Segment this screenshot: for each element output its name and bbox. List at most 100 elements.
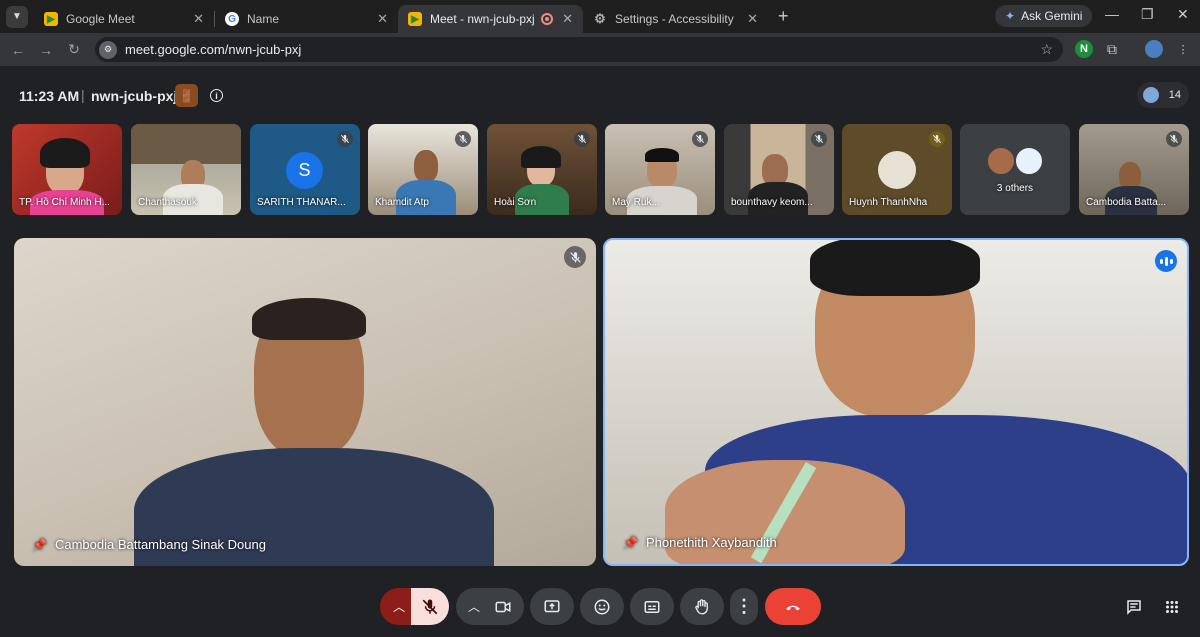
others-tile[interactable]: 3 others — [960, 124, 1070, 215]
present-screen-button[interactable] — [530, 588, 574, 625]
new-tab-button[interactable]: + — [778, 6, 789, 27]
pin-icon[interactable]: 📌 — [623, 536, 638, 550]
door-icon[interactable]: 🚪 — [175, 84, 198, 107]
others-label: 3 others — [996, 183, 1034, 194]
info-icon[interactable]: i — [210, 89, 223, 102]
tab-name[interactable]: G Name ✕ — [215, 5, 398, 33]
close-icon[interactable]: ✕ — [562, 11, 573, 27]
participant-name: bounthavy keom... — [731, 197, 813, 208]
raise-hand-button[interactable] — [680, 588, 724, 625]
close-icon[interactable]: ✕ — [193, 11, 204, 27]
chevron-down-icon: ▼ — [12, 11, 22, 22]
videocam-icon — [495, 601, 511, 612]
participant-avatar — [878, 151, 916, 189]
ask-gemini-button[interactable]: ✦ Ask Gemini — [995, 5, 1093, 27]
participant-tile[interactable]: bounthavy keom... — [724, 124, 834, 215]
chevron-up-icon: ︿ — [392, 600, 405, 614]
more-options-button[interactable]: ⋮ — [730, 588, 758, 625]
main-video-tile-speaking[interactable]: 📌 Phonethith Xaybandith — [603, 238, 1189, 566]
mic-toggle-button[interactable] — [411, 588, 449, 625]
participant-name: May Ruk... — [612, 197, 660, 208]
tab-title: Meet - nwn-jcub-pxj — [430, 12, 535, 26]
tile-name: 📌 Phonethith Xaybandith — [623, 535, 777, 550]
participant-tile[interactable]: Cambodia Batta... — [1079, 124, 1189, 215]
mic-off-icon — [337, 131, 353, 147]
mic-off-icon — [1166, 131, 1182, 147]
participant-name: Chanthasouk — [138, 197, 197, 208]
tab-meet-active[interactable]: ▶ Meet - nwn-jcub-pxj ✕ — [398, 5, 583, 33]
camera-button-group[interactable]: ︿ — [456, 588, 524, 625]
close-icon[interactable]: ✕ — [377, 11, 388, 27]
mic-off-icon — [564, 246, 586, 268]
ask-gemini-label: Ask Gemini — [1021, 9, 1083, 23]
window-close-icon[interactable]: ✕ — [1177, 6, 1189, 23]
minimize-icon[interactable]: — — [1105, 6, 1119, 22]
restore-icon[interactable]: ❐ — [1141, 6, 1154, 23]
participant-name: SARITH THANAR... — [257, 197, 346, 208]
arrow-left-icon[interactable]: ← — [4, 42, 32, 58]
star-icon[interactable]: ☆ — [1040, 41, 1053, 58]
chevron-up-icon[interactable]: ︿ — [468, 598, 480, 615]
close-icon[interactable]: ✕ — [747, 11, 758, 27]
participant-name: Cambodia Battambang Sinak Doung — [54, 537, 266, 552]
meet-icon: ▶ — [408, 12, 422, 26]
mic-off-icon — [692, 131, 708, 147]
present-icon — [544, 599, 560, 612]
mic-off-icon — [455, 131, 471, 147]
url-bar[interactable]: ⚙ meet.google.com/nwn-jcub-pxj ☆ — [95, 37, 1063, 62]
tab-title: Settings - Accessibility — [615, 12, 734, 26]
captions-icon — [644, 600, 660, 613]
mic-off-icon — [929, 131, 945, 147]
participant-tile[interactable]: Chanthasouk — [131, 124, 241, 215]
phone-hangup-icon — [786, 605, 800, 610]
meet-icon: ▶ — [44, 12, 58, 26]
more-vert-icon: ⋮ — [735, 596, 753, 616]
participant-name: Khamdit Atp — [375, 197, 429, 208]
participant-name: Phonethith Xaybandith — [645, 535, 777, 550]
profile-avatar[interactable] — [1145, 40, 1163, 58]
activities-button[interactable] — [1158, 588, 1186, 625]
participant-avatar — [986, 146, 1016, 176]
gear-icon: ⚙ — [594, 11, 606, 26]
participant-name: Hoài Sơn — [494, 197, 537, 208]
emoji-reaction-button[interactable] — [580, 588, 624, 625]
participant-avatar — [1014, 146, 1044, 176]
speaking-indicator-icon — [1155, 250, 1177, 272]
participant-name: Huynh ThanhNha — [849, 197, 928, 208]
puzzle-icon[interactable]: ⧉ — [1103, 40, 1121, 58]
people-button[interactable]: 14 — [1137, 82, 1189, 108]
participant-tile[interactable]: S SARITH THANAR... — [250, 124, 360, 215]
main-video-tile[interactable]: 📌 Cambodia Battambang Sinak Doung — [14, 238, 596, 566]
chat-icon — [1127, 599, 1141, 615]
apps-grid-icon — [1166, 600, 1178, 613]
site-info-icon[interactable]: ⚙ — [99, 40, 117, 59]
arrow-right-icon[interactable]: → — [32, 42, 60, 58]
participant-name: Cambodia Batta... — [1086, 197, 1167, 208]
tab-settings[interactable]: ⚙ Settings - Accessibility ✕ — [583, 5, 768, 33]
address-toolbar: ← → ↻ ⚙ meet.google.com/nwn-jcub-pxj ☆ — [0, 33, 1200, 66]
participant-count: 14 — [1168, 89, 1181, 101]
chat-button[interactable] — [1120, 588, 1148, 625]
emoji-icon — [594, 599, 610, 614]
participant-tile[interactable]: Hoài Sơn — [487, 124, 597, 215]
tab-search-button[interactable]: ▼ — [6, 5, 28, 28]
leave-call-button[interactable] — [765, 588, 821, 625]
participant-tile[interactable]: May Ruk... — [605, 124, 715, 215]
participant-tile[interactable]: Huynh ThanhNha — [842, 124, 952, 215]
tile-name: 📌 Cambodia Battambang Sinak Doung — [32, 537, 266, 552]
participant-tile[interactable]: Khamdit Atp — [368, 124, 478, 215]
participant-avatar: S — [286, 152, 323, 189]
sparkle-icon: ✦ — [1005, 9, 1016, 23]
pin-icon[interactable]: 📌 — [32, 538, 47, 552]
captions-button[interactable] — [630, 588, 674, 625]
google-icon: G — [225, 12, 239, 26]
mic-off-icon — [811, 131, 827, 147]
tab-google-meet[interactable]: ▶ Google Meet ✕ — [34, 5, 214, 33]
participant-tile[interactable]: TP. Hồ Chí Minh H... — [12, 124, 122, 215]
reload-icon[interactable]: ↻ — [60, 41, 88, 58]
extension-n-icon[interactable]: N — [1075, 40, 1093, 58]
tab-title: Name — [247, 12, 280, 26]
recording-icon — [541, 13, 553, 25]
more-vert-icon[interactable]: ⋮ — [1174, 40, 1192, 58]
meeting-code: nwn-jcub-pxj — [91, 88, 178, 104]
